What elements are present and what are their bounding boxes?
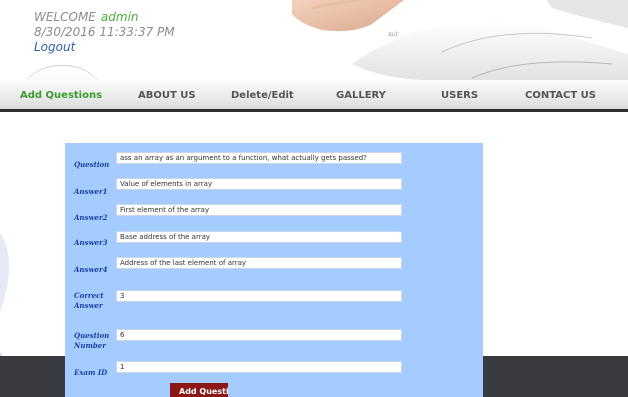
nav-contact-us[interactable]: CONTACT US — [525, 80, 596, 112]
exam-id-label: Exam ID — [74, 368, 108, 377]
question-input[interactable] — [116, 152, 402, 164]
question-number-label-line2: Number — [74, 341, 106, 350]
answer1-label: Answer1 — [74, 187, 108, 196]
question-number-label-line1: Question — [74, 331, 110, 340]
answer4-input[interactable] — [116, 257, 402, 269]
logout-link[interactable]: Logout — [34, 40, 75, 55]
nav-about-us[interactable]: ABOUT US — [138, 80, 196, 112]
correct-answer-input[interactable] — [116, 290, 402, 302]
answer1-input[interactable] — [116, 178, 402, 190]
nav-add-questions[interactable]: Add Questions — [20, 80, 102, 112]
question-label: Question — [74, 160, 110, 169]
svg-text:m/r: m/r — [388, 31, 399, 38]
answer4-label: Answer4 — [74, 265, 108, 274]
page-header: WELCOME admin 8/30/2016 11:33:37 PM Logou… — [0, 0, 628, 80]
add-question-form: Question Answer1 Answer2 Answer3 Answer4… — [65, 143, 483, 397]
nav-gallery[interactable]: GALLERY — [336, 80, 386, 112]
question-number-label: Question Number — [74, 331, 109, 350]
left-decoration — [0, 232, 9, 397]
answer3-label: Answer3 — [74, 238, 108, 247]
question-number-input[interactable] — [116, 329, 402, 341]
correct-answer-label-line1: Correct — [74, 291, 104, 300]
correct-answer-label: Correct Answer — [74, 291, 104, 310]
answer3-input[interactable] — [116, 231, 402, 243]
welcome-label: WELCOME — [34, 10, 96, 24]
add-question-button[interactable]: Add Questic — [170, 383, 228, 397]
nav-delete-edit[interactable]: Delete/Edit — [231, 80, 294, 112]
hero-book-image: m/r — [292, 0, 628, 80]
answer2-label: Answer2 — [74, 213, 108, 222]
nav-users[interactable]: USERS — [441, 80, 478, 112]
username: admin — [100, 10, 139, 24]
answer2-input[interactable] — [116, 204, 402, 216]
welcome-block: WELCOME admin 8/30/2016 11:33:37 PM Logou… — [34, 10, 175, 55]
datetime: 8/30/2016 11:33:37 PM — [34, 25, 175, 39]
correct-answer-label-line2: Answer — [74, 301, 103, 310]
exam-id-input[interactable] — [116, 361, 402, 373]
